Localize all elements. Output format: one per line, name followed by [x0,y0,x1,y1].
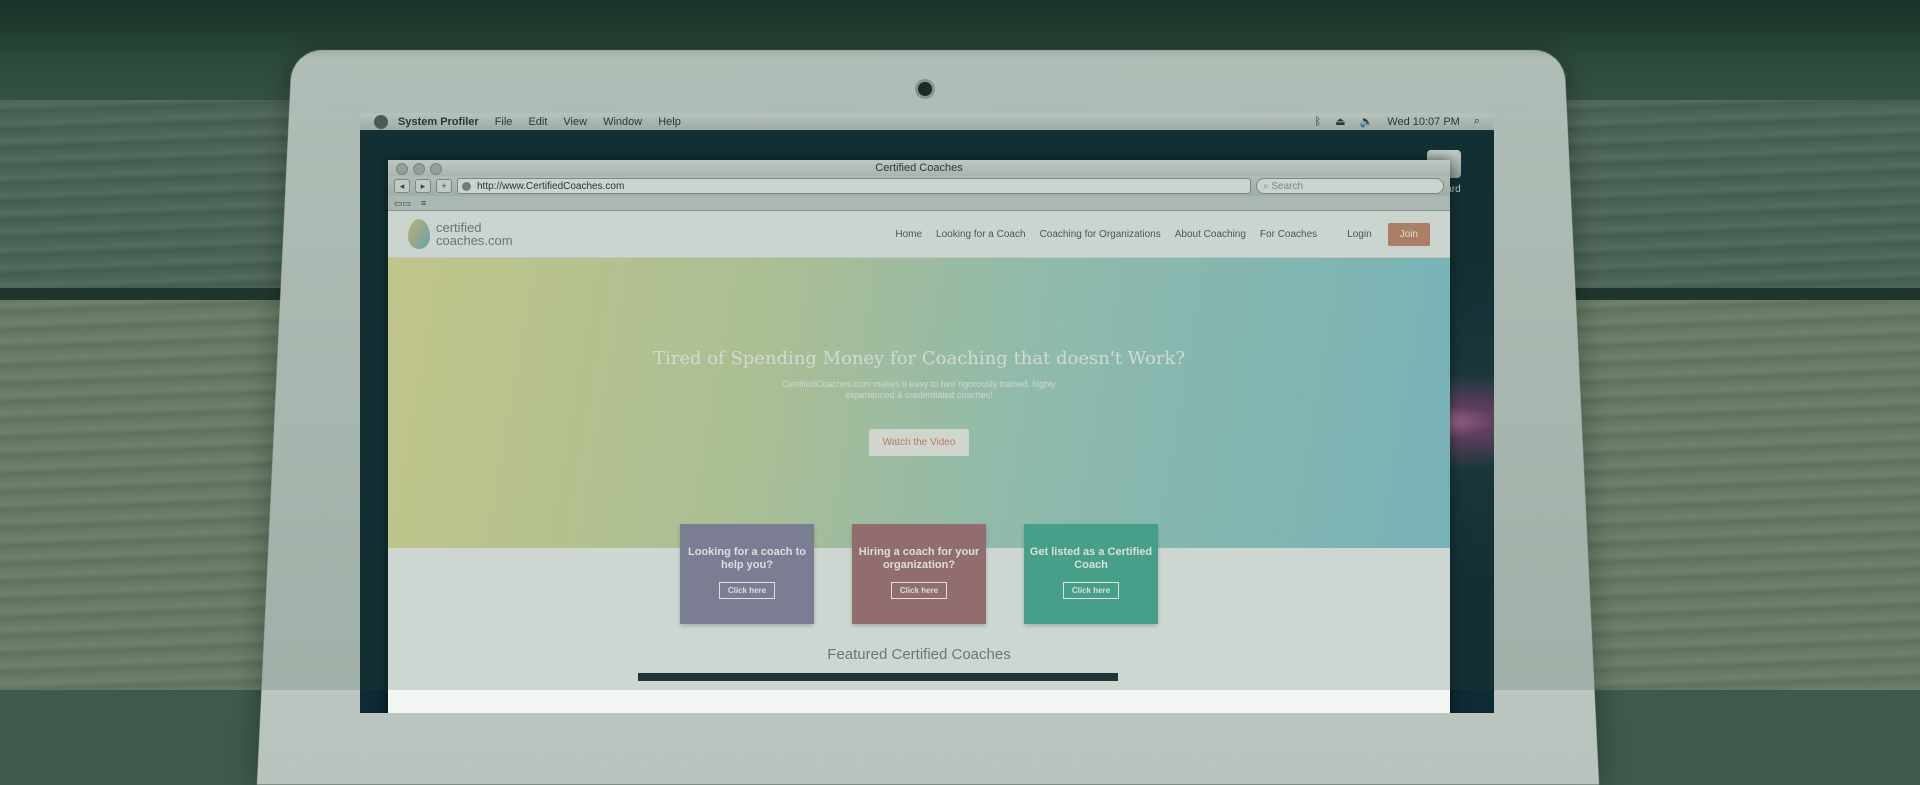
window-titlebar[interactable]: Certified Coaches [388,160,1450,176]
close-button[interactable] [396,163,408,175]
nav-looking-for-coach[interactable]: Looking for a Coach [936,229,1026,240]
menu-view[interactable]: View [563,116,587,128]
card-click-here-button[interactable]: Click here [1063,582,1119,599]
hero-section: Tired of Spending Money for Coaching tha… [388,258,1450,548]
desktop: leopard Certified Coaches ◂ ▸ + http://w… [360,130,1494,713]
forward-button[interactable]: ▸ [415,179,431,193]
site-nav-links: Home Looking for a Coach Coaching for Or… [895,229,1317,240]
hero-title: Tired of Spending Money for Coaching tha… [388,258,1450,369]
webcam [918,82,932,96]
menu-window[interactable]: Window [603,116,642,128]
bluetooth-icon[interactable]: ᛒ [1315,116,1322,128]
featured-coaches-heading: Featured Certified Coaches [388,646,1450,663]
menu-file[interactable]: File [495,116,513,128]
search-input[interactable]: ⌕ Search [1256,178,1444,194]
card-title: Looking for a coach to help you? [680,524,814,572]
add-bookmark-button[interactable]: + [436,179,452,193]
minimize-button[interactable] [413,163,425,175]
nav-for-coaches[interactable]: For Coaches [1260,229,1317,240]
content-section: Looking for a coach to help you? Click h… [388,548,1450,713]
search-icon: ⌕ [1263,181,1271,192]
zoom-button[interactable] [430,163,442,175]
hero-subtitle: CertifiedCoaches.com makes it easy to hi… [779,379,1059,401]
site-favicon-icon [462,182,471,191]
card-get-listed[interactable]: Get listed as a Certified Coach Click he… [1024,524,1158,624]
back-button[interactable]: ◂ [394,179,410,193]
site-header: certified coaches.com Home Looking for a… [388,211,1450,258]
address-url: http://www.CertifiedCoaches.com [477,181,624,192]
apple-icon[interactable] [374,115,388,129]
menu-edit[interactable]: Edit [528,116,547,128]
bookmarks-list-icon[interactable]: ≡ [421,198,426,208]
safari-window: Certified Coaches ◂ ▸ + http://www.Certi… [388,160,1450,713]
card-hiring-coach[interactable]: Hiring a coach for your organization? Cl… [852,524,986,624]
mac-menubar: System Profiler File Edit View Window He… [360,113,1494,130]
volume-icon[interactable]: 🔈 [1360,115,1374,128]
menu-help[interactable]: Help [658,116,681,128]
card-title: Hiring a coach for your organization? [852,524,986,572]
logo-line2: coaches.com [436,234,513,247]
logo-mark-icon [408,219,430,249]
join-button[interactable]: Join [1388,223,1430,246]
nav-home[interactable]: Home [895,229,922,240]
card-click-here-button[interactable]: Click here [719,582,775,599]
login-link[interactable]: Login [1347,229,1371,240]
nav-coaching-organizations[interactable]: Coaching for Organizations [1040,229,1161,240]
menubar-clock[interactable]: Wed 10:07 PM [1387,116,1460,128]
featured-coaches-strip [638,673,1118,681]
eject-icon[interactable]: ⏏ [1335,115,1345,128]
nav-about-coaching[interactable]: About Coaching [1175,229,1246,240]
cta-cards: Looking for a coach to help you? Click h… [388,524,1450,624]
menu-app-name[interactable]: System Profiler [398,116,479,128]
browser-toolbar: ◂ ▸ + http://www.CertifiedCoaches.com ⌕ … [388,176,1450,196]
site-logo[interactable]: certified coaches.com [408,219,513,249]
card-title: Get listed as a Certified Coach [1024,524,1158,572]
laptop-screen: System Profiler File Edit View Window He… [360,113,1494,713]
window-title: Certified Coaches [875,162,962,174]
card-click-here-button[interactable]: Click here [891,582,947,599]
watch-video-button[interactable]: Watch the Video [869,429,970,456]
bookmarks-bar: ▭▭ ≡ [388,196,1450,211]
card-looking-for-coach[interactable]: Looking for a coach to help you? Click h… [680,524,814,624]
address-bar[interactable]: http://www.CertifiedCoaches.com [457,178,1251,194]
bookmarks-book-icon[interactable]: ▭▭ [394,198,411,209]
spotlight-icon[interactable]: ⌕ [1474,115,1480,128]
window-controls [396,163,442,175]
search-placeholder: Search [1271,181,1303,192]
